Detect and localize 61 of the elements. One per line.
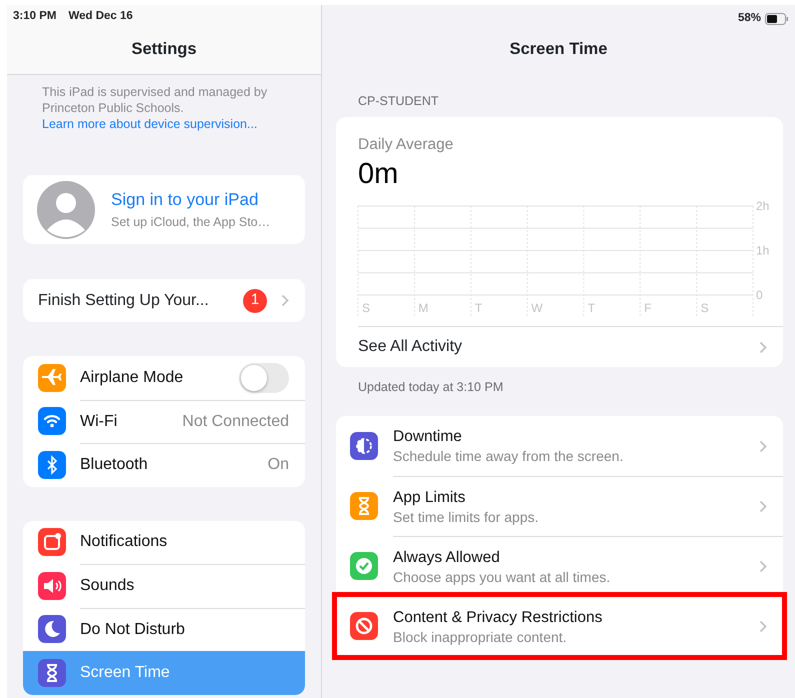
setting-label: Notifications bbox=[80, 532, 168, 552]
setting-label: Airplane Mode bbox=[80, 368, 184, 388]
option-subtitle: Choose apps you want at all times. bbox=[393, 568, 610, 586]
battery-icon bbox=[765, 12, 789, 24]
setting-label: Screen Time bbox=[80, 662, 170, 683]
axis-tick-label: 2h bbox=[756, 199, 770, 213]
chevron-icon bbox=[281, 294, 289, 307]
chevron-icon bbox=[759, 340, 767, 354]
option-subtitle: Schedule time away from the screen. bbox=[393, 447, 624, 465]
chevron-icon bbox=[759, 500, 767, 513]
screen-time-option[interactable]: Content & Privacy Restrictions Block inappropriate content. bbox=[336, 596, 783, 656]
setting-label: Do Not Disturb bbox=[80, 620, 185, 640]
pane-title: Screen Time bbox=[508, 39, 608, 60]
day-label: T bbox=[474, 301, 482, 315]
notification-badge: 1 bbox=[243, 288, 267, 312]
axis-tick-label: 0 bbox=[756, 288, 763, 302]
option-title: Content & Privacy Restrictions bbox=[393, 608, 602, 628]
toggle-switch[interactable] bbox=[239, 362, 289, 393]
setting-label: Wi-Fi bbox=[80, 412, 118, 432]
chevron-icon bbox=[759, 620, 767, 633]
option-subtitle: Block inappropriate content. bbox=[393, 628, 568, 646]
settings-row[interactable]: Sounds bbox=[23, 564, 305, 608]
updated-text: Updated today at 3:10 PM bbox=[357, 379, 504, 396]
day-label: F bbox=[644, 301, 652, 315]
battery-percentage: 58% bbox=[738, 10, 761, 26]
setting-label: Sounds bbox=[80, 576, 134, 596]
setting-value: Not Connected bbox=[182, 412, 289, 432]
account-subtitle: Set up iCloud, the App Sto… bbox=[111, 214, 270, 231]
day-label: W bbox=[531, 301, 543, 315]
account-card[interactable]: Sign in to your iPad Set up iCloud, the App Sto… bbox=[23, 175, 305, 244]
chevron-icon bbox=[759, 440, 767, 452]
daily-average-value: 0m bbox=[357, 157, 400, 192]
day-label: M bbox=[418, 301, 428, 315]
status-date: Wed Dec 16 bbox=[68, 9, 133, 24]
setting-label: Bluetooth bbox=[80, 455, 148, 476]
chevron-icon bbox=[759, 560, 767, 573]
daily-average-label: Daily Average bbox=[357, 134, 454, 155]
option-title: Downtime bbox=[393, 427, 463, 447]
status-time: 3:10 PM bbox=[13, 9, 56, 24]
avatar-icon bbox=[37, 180, 95, 238]
day-label: T bbox=[588, 301, 596, 315]
axis-tick-label: 1h bbox=[756, 244, 770, 258]
settings-row[interactable]: Bluetooth On bbox=[23, 443, 305, 486]
option-title: App Limits bbox=[393, 488, 466, 508]
setup-row[interactable]: Finish Setting Up Your... 1 bbox=[23, 279, 305, 322]
option-title: Always Allowed bbox=[393, 548, 501, 568]
supervision-note: This iPad is supervised and managed by Princeton Public Schools. Learn more about device supervision... bbox=[42, 84, 268, 132]
day-label: S bbox=[362, 301, 370, 315]
settings-row[interactable]: Notifications bbox=[23, 520, 305, 564]
day-label: S bbox=[700, 301, 709, 315]
section-header: CP-STUDENT bbox=[357, 93, 440, 110]
pane-title: Settings bbox=[130, 39, 198, 60]
settings-row[interactable]: Airplane Mode bbox=[23, 356, 305, 400]
learn-more-link[interactable]: Learn more about device supervision... bbox=[42, 116, 258, 132]
see-all-row[interactable]: See All Activity bbox=[358, 326, 783, 367]
settings-row[interactable]: Wi-Fi Not Connected bbox=[23, 400, 305, 443]
option-subtitle: Set time limits for apps. bbox=[393, 508, 538, 526]
setup-label: Finish Setting Up Your... bbox=[38, 290, 209, 310]
see-all-label: See All Activity bbox=[358, 337, 462, 357]
sign-in-title: Sign in to your iPad bbox=[111, 189, 260, 212]
setting-value: On bbox=[268, 455, 289, 476]
